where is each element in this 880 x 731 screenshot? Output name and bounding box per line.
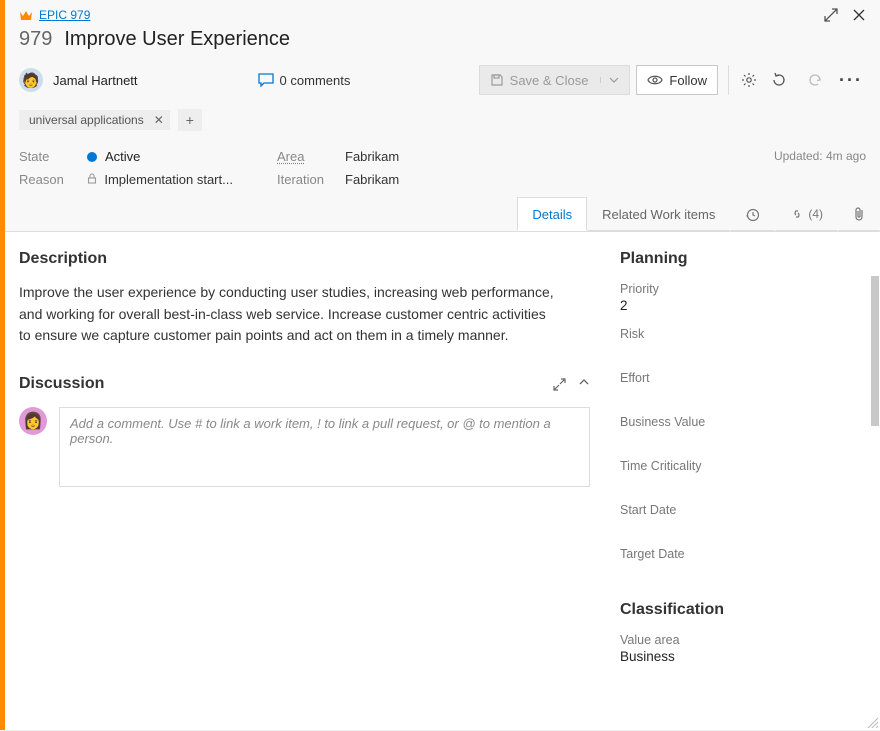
start-date-label: Start Date bbox=[620, 503, 874, 517]
tag-label: universal applications bbox=[29, 113, 144, 127]
iteration-label: Iteration bbox=[277, 172, 335, 187]
tab-history[interactable] bbox=[730, 197, 775, 231]
more-actions-button[interactable]: ··· bbox=[836, 65, 866, 95]
follow-button[interactable]: Follow bbox=[636, 65, 718, 95]
assignee-avatar[interactable]: 🧑 bbox=[19, 68, 43, 92]
state-label: State bbox=[19, 149, 77, 164]
current-user-avatar: 👩 bbox=[19, 407, 47, 435]
refresh-button[interactable] bbox=[764, 65, 794, 95]
area-label: Area bbox=[277, 149, 335, 164]
reason-field[interactable]: Implementation start... bbox=[87, 172, 267, 187]
workitem-id: 979 bbox=[19, 28, 52, 51]
expand-discussion-icon[interactable] bbox=[553, 378, 566, 391]
tab-attachments[interactable] bbox=[838, 197, 880, 231]
effort-label: Effort bbox=[620, 371, 874, 385]
tab-links[interactable]: (4) bbox=[775, 197, 838, 231]
crown-icon bbox=[19, 9, 33, 21]
classification-heading: Classification bbox=[620, 601, 874, 619]
save-close-button: Save & Close bbox=[479, 65, 631, 95]
description-body[interactable]: Improve the user experience by conductin… bbox=[19, 282, 559, 347]
comments-counter[interactable]: 0 comments bbox=[258, 73, 351, 88]
discussion-heading: Discussion bbox=[19, 375, 104, 393]
save-icon bbox=[490, 73, 504, 87]
area-field[interactable]: Fabrikam bbox=[345, 149, 505, 164]
description-heading: Description bbox=[19, 250, 590, 268]
settings-button[interactable] bbox=[728, 65, 758, 95]
close-icon[interactable] bbox=[852, 8, 866, 22]
scrollbar-thumb[interactable] bbox=[871, 276, 879, 426]
reason-label: Reason bbox=[19, 172, 77, 187]
tag-remove-icon[interactable]: ✕ bbox=[154, 113, 164, 127]
maximize-icon[interactable] bbox=[824, 8, 838, 22]
tag-chip[interactable]: universal applications ✕ bbox=[19, 110, 170, 130]
priority-label: Priority bbox=[620, 282, 874, 296]
planning-heading: Planning bbox=[620, 250, 874, 268]
tab-details[interactable]: Details bbox=[517, 197, 587, 231]
resize-handle-icon[interactable] bbox=[866, 716, 878, 728]
eye-icon bbox=[647, 74, 663, 86]
value-area-label: Value area bbox=[620, 633, 874, 647]
undo-button[interactable] bbox=[800, 65, 830, 95]
business-value-label: Business Value bbox=[620, 415, 874, 429]
comments-label: 0 comments bbox=[280, 73, 351, 88]
collapse-discussion-icon[interactable] bbox=[578, 378, 590, 391]
updated-timestamp: Updated: 4m ago bbox=[515, 149, 866, 164]
scrollbar[interactable] bbox=[870, 232, 880, 730]
comment-input[interactable]: Add a comment. Use # to link a work item… bbox=[59, 407, 590, 487]
state-dot-icon bbox=[87, 152, 97, 162]
assignee-name[interactable]: Jamal Hartnett bbox=[53, 73, 138, 88]
risk-label: Risk bbox=[620, 327, 874, 341]
comment-icon bbox=[258, 73, 274, 87]
iteration-field[interactable]: Fabrikam bbox=[345, 172, 505, 187]
lock-icon bbox=[87, 173, 100, 187]
value-area-field[interactable]: Business bbox=[620, 649, 874, 664]
time-criticality-label: Time Criticality bbox=[620, 459, 874, 473]
add-tag-button[interactable]: + bbox=[178, 109, 202, 131]
chevron-down-icon bbox=[600, 77, 619, 83]
epic-breadcrumb-link[interactable]: EPIC 979 bbox=[39, 8, 90, 22]
state-field[interactable]: Active bbox=[87, 149, 267, 164]
workitem-title[interactable]: Improve User Experience bbox=[64, 28, 290, 51]
priority-field[interactable]: 2 bbox=[620, 298, 874, 313]
tab-related-work-items[interactable]: Related Work items bbox=[587, 197, 730, 231]
target-date-label: Target Date bbox=[620, 547, 874, 561]
